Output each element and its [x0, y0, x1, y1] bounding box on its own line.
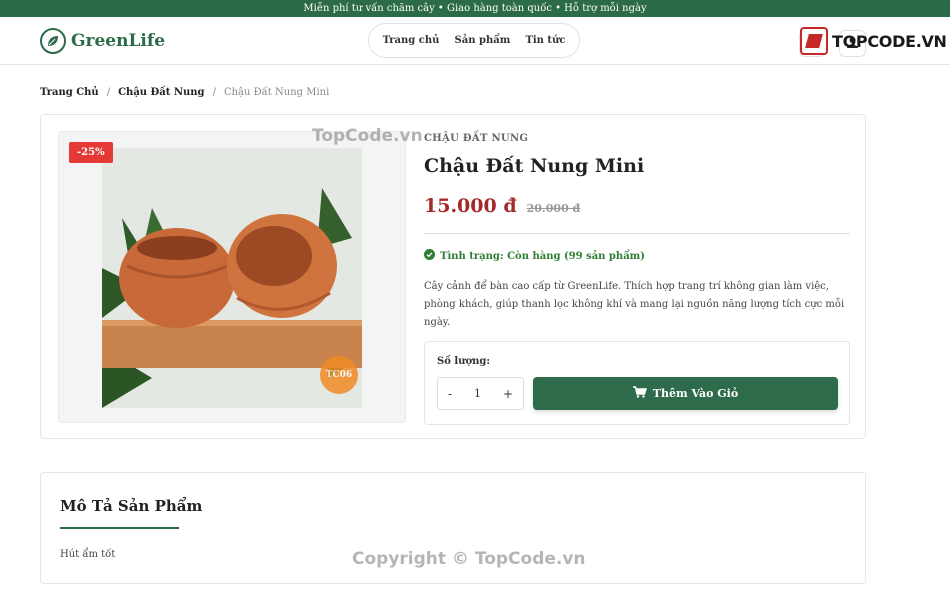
main-nav: Trang chủ Sản phẩm Tin tức — [368, 23, 580, 58]
quantity-input[interactable]: 1 — [474, 387, 481, 400]
promo-bar: Miễn phí tư vấn chăm cây • Giao hàng toà… — [0, 0, 950, 17]
product-title: Chậu Đất Nung Mini — [424, 155, 645, 177]
discount-badge: -25% — [69, 142, 113, 163]
current-price: 15.000 đ — [424, 195, 517, 217]
product-gallery: -25% TC06 — [58, 131, 406, 423]
logo-text: GreenLife — [71, 31, 166, 51]
product-card: -25% TC06 CHẬU ĐẤT NUNG Chậu Đất Nung Mi… — [40, 114, 866, 439]
price-row: 15.000 đ 20.000 đ — [424, 195, 850, 217]
promo-text: Miễn phí tư vấn chăm cây • Giao hàng toà… — [303, 3, 647, 14]
nav-item-news[interactable]: Tin tức — [525, 35, 565, 46]
product-category[interactable]: CHẬU ĐẤT NUNG — [424, 133, 850, 144]
original-price: 20.000 đ — [526, 202, 581, 215]
site-header: GreenLife Trang chủ Sản phẩm Tin tức TOP… — [0, 17, 950, 65]
breadcrumb-category[interactable]: Chậu Đất Nung — [118, 87, 204, 98]
breadcrumb: Trang Chủ / Chậu Đất Nung / Chậu Đất Nun… — [40, 87, 329, 98]
leaf-icon — [40, 28, 66, 54]
increase-quantity-button[interactable]: + — [503, 387, 513, 401]
description-body: Hút ẩm tốt — [60, 549, 116, 560]
image-code-badge: TC06 — [320, 356, 358, 394]
product-short-description: Cây cảnh để bàn cao cấp từ GreenLife. Th… — [424, 281, 845, 328]
watermark-logo-text: TOPCODE.VN — [832, 31, 947, 51]
breadcrumb-separator: / — [212, 87, 216, 98]
description-section: Mô Tả Sản Phẩm Hút ẩm tốt — [40, 472, 866, 584]
stock-status: Tình trạng: Còn hàng (99 sản phẩm) — [424, 249, 850, 263]
quantity-label: Số lượng: — [437, 356, 491, 367]
add-to-cart-button[interactable]: Thêm Vào Giỏ — [533, 377, 838, 410]
title-underline — [60, 527, 179, 529]
product-info: CHẬU ĐẤT NUNG Chậu Đất Nung Mini 15.000 … — [424, 131, 850, 425]
decrease-quantity-button[interactable]: - — [448, 387, 452, 401]
check-circle-icon — [424, 249, 435, 263]
purchase-box: Số lượng: - 1 + Thêm Vào Giỏ — [424, 341, 850, 425]
nav-item-home[interactable]: Trang chủ — [383, 35, 440, 46]
add-to-cart-label: Thêm Vào Giỏ — [652, 387, 739, 400]
description-title: Mô Tả Sản Phẩm — [60, 497, 203, 515]
quantity-stepper: - 1 + — [437, 377, 524, 410]
topcode-watermark-logo: TOPCODE.VN — [800, 27, 947, 55]
product-image[interactable]: TC06 — [102, 148, 362, 408]
topcode-logo-icon — [800, 27, 828, 55]
divider — [424, 233, 850, 234]
stock-text: Tình trạng: Còn hàng (99 sản phẩm) — [440, 250, 645, 262]
cart-icon — [632, 386, 647, 401]
breadcrumb-current: Chậu Đất Nung Mini — [223, 87, 330, 98]
breadcrumb-separator: / — [106, 87, 111, 98]
breadcrumb-home[interactable]: Trang Chủ — [40, 87, 99, 98]
site-logo[interactable]: GreenLife — [40, 28, 165, 54]
nav-item-products[interactable]: Sản phẩm — [455, 35, 511, 46]
